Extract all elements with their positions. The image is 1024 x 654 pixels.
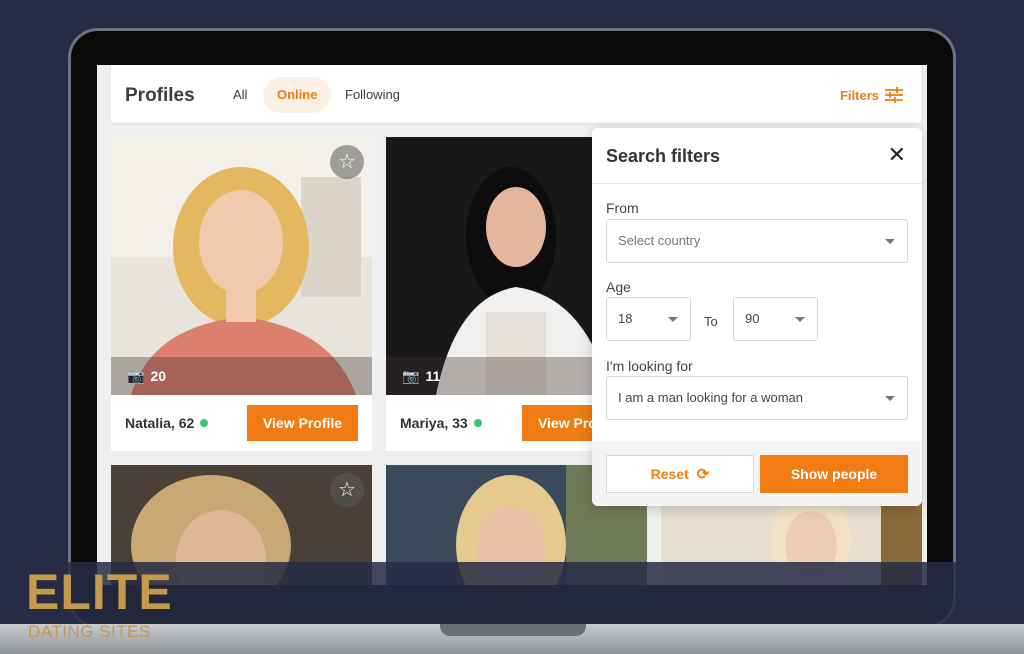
profile-card: ☆ 📷 20 Natalia, 62 View Profile xyxy=(111,137,372,451)
page-title: Profiles xyxy=(125,85,195,106)
app-screen: Profiles All Online Following Filters ☆ … xyxy=(97,65,927,585)
tab-following[interactable]: Following xyxy=(331,77,414,113)
looking-for-label: I'm looking for xyxy=(606,358,693,374)
close-icon[interactable]: ✕ xyxy=(888,144,906,166)
favorite-button[interactable]: ☆ xyxy=(330,473,364,507)
sliders-icon xyxy=(885,87,903,103)
profile-name-text: Natalia, 62 xyxy=(125,415,195,431)
reset-button[interactable]: Reset ⟳ xyxy=(606,455,754,493)
looking-for-select[interactable]: I am a man looking for a woman xyxy=(606,376,908,420)
photo-count: 📷 20 xyxy=(111,357,372,395)
reset-label: Reset xyxy=(650,466,689,482)
brand-tagline: DATING SITES xyxy=(28,622,151,641)
age-to-value: 90 xyxy=(745,311,760,326)
profile-name: Natalia, 62 xyxy=(125,415,209,431)
star-icon: ☆ xyxy=(338,151,356,173)
profile-info-row: Natalia, 62 View Profile xyxy=(111,395,372,451)
camera-icon: 📷 xyxy=(402,367,420,384)
search-filters-panel: Search filters ✕ From Select country Age… xyxy=(592,128,922,506)
profiles-header: Profiles All Online Following Filters xyxy=(111,65,921,123)
view-profile-button[interactable]: View Profile xyxy=(247,405,358,441)
panel-footer: Reset ⟳ Show people xyxy=(592,441,922,506)
online-indicator xyxy=(200,419,209,427)
from-label: From xyxy=(606,200,639,216)
looking-for-value: I am a man looking for a woman xyxy=(618,390,803,405)
refresh-icon: ⟳ xyxy=(696,466,710,483)
profile-photo[interactable]: ☆ 📷 20 xyxy=(111,137,372,395)
show-people-button[interactable]: Show people xyxy=(760,455,908,493)
star-icon: ☆ xyxy=(338,479,356,501)
favorite-button[interactable]: ☆ xyxy=(330,145,364,179)
chevron-down-icon xyxy=(668,317,678,322)
filters-label: Filters xyxy=(839,87,879,103)
laptop-notch xyxy=(440,624,586,636)
panel-header: Search filters ✕ xyxy=(592,128,922,184)
age-from-select[interactable]: 18 xyxy=(606,297,691,341)
photo-count-value: 11 xyxy=(425,368,441,384)
age-to-select[interactable]: 90 xyxy=(733,297,818,341)
age-to-label: To xyxy=(704,314,718,329)
profile-name: Mariya, 33 xyxy=(400,415,482,431)
tab-online[interactable]: Online xyxy=(263,77,332,113)
country-select-value: Select country xyxy=(618,233,701,248)
age-from-value: 18 xyxy=(618,311,633,326)
filters-button[interactable]: Filters xyxy=(840,87,903,103)
photo-count-value: 20 xyxy=(150,368,167,384)
chevron-down-icon xyxy=(885,396,895,401)
chevron-down-icon xyxy=(795,317,805,322)
online-indicator xyxy=(473,419,482,427)
panel-title: Search filters xyxy=(606,146,721,166)
camera-icon: 📷 xyxy=(127,367,145,384)
country-select[interactable]: Select country xyxy=(606,219,908,263)
brand-logo: ELITE xyxy=(26,564,173,620)
profile-name-text: Mariya, 33 xyxy=(400,415,468,431)
age-label: Age xyxy=(606,279,631,295)
tab-all[interactable]: All xyxy=(219,77,261,113)
chevron-down-icon xyxy=(885,239,895,244)
